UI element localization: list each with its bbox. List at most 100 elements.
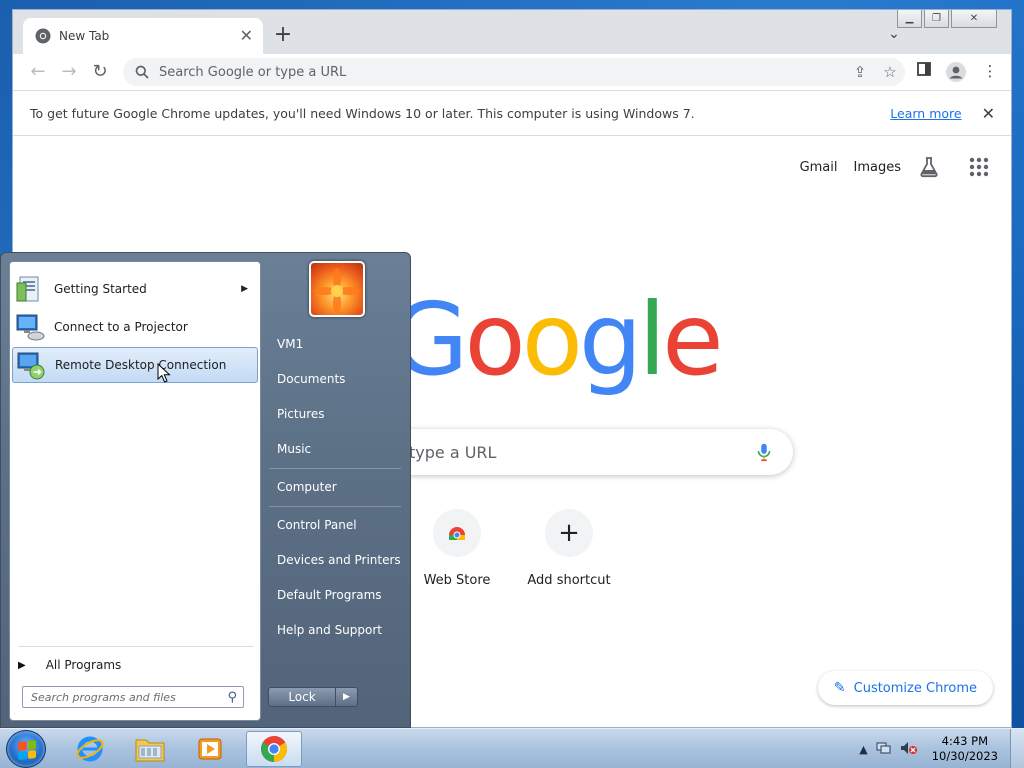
maximize-button[interactable]: ❐ [924, 10, 949, 28]
omnibox-placeholder: Search Google or type a URL [159, 64, 347, 80]
start-item-pictures[interactable]: Pictures [267, 400, 403, 428]
clock-date: 10/30/2023 [931, 749, 998, 763]
customize-chrome-label: Customize Chrome [853, 680, 977, 696]
logo-letter: l [638, 281, 666, 398]
tab-close-icon[interactable]: ✕ [240, 28, 253, 44]
program-label: Remote Desktop Connection [55, 358, 227, 372]
network-icon[interactable] [876, 741, 892, 758]
shortcut-label: Add shortcut [527, 573, 611, 588]
shortcut-add[interactable]: + Add shortcut [513, 509, 625, 588]
start-item-user[interactable]: VM1 [267, 330, 403, 358]
program-remote-desktop[interactable]: Remote Desktop Connection [12, 347, 258, 383]
search-icon [135, 65, 149, 79]
images-link[interactable]: Images [854, 160, 902, 175]
web-store-tile [433, 509, 481, 557]
start-item-music[interactable]: Music [267, 435, 403, 463]
show-desktop-button[interactable] [1010, 729, 1024, 768]
logo-letter: o [464, 281, 526, 398]
web-store-icon [449, 527, 465, 540]
labs-flask-icon[interactable] [917, 155, 941, 179]
taskbar-internet-explorer[interactable] [62, 731, 118, 767]
start-item-help-support[interactable]: Help and Support [267, 616, 403, 644]
omnibox[interactable]: Search Google or type a URL ⇪ ☆ [123, 58, 905, 86]
start-item-control-panel[interactable]: Control Panel [267, 511, 403, 539]
google-apps-grid-icon[interactable] [967, 155, 991, 179]
bookmark-star-icon[interactable]: ☆ [875, 63, 905, 81]
customize-chrome-button[interactable]: ✎ Customize Chrome [817, 671, 993, 705]
all-programs-button[interactable]: ▶ All Programs [18, 652, 121, 678]
taskbar-media-player[interactable] [182, 731, 238, 767]
side-panel-icon[interactable] [913, 62, 935, 82]
start-search-placeholder: Search programs and files [31, 690, 176, 704]
voice-search-mic-icon[interactable] [753, 441, 775, 463]
profile-avatar-icon[interactable] [945, 62, 967, 82]
program-getting-started[interactable]: Getting Started ▶ [12, 271, 258, 307]
window-controls: ▁ ❐ ✕ [897, 10, 997, 28]
system-tray: ▲ 4:43 PM 10/30/2023 [859, 729, 1024, 768]
submenu-arrow-icon: ▶ [241, 284, 248, 294]
all-programs-arrow-icon: ▶ [18, 659, 26, 671]
start-item-computer[interactable]: Computer [267, 473, 403, 501]
start-menu-programs-pane: Getting Started ▶ Connect to a Projector… [9, 261, 261, 721]
start-menu: Getting Started ▶ Connect to a Projector… [0, 252, 411, 728]
update-infobar: To get future Google Chrome updates, you… [13, 90, 1011, 136]
magnifier-icon[interactable]: ⚲ [227, 690, 237, 705]
program-label: Connect to a Projector [54, 320, 188, 334]
remote-desktop-icon [17, 352, 45, 380]
taskbar: ▲ 4:43 PM 10/30/2023 [0, 728, 1024, 768]
media-player-icon [198, 738, 222, 760]
tab-new-tab[interactable]: New Tab ✕ [23, 18, 263, 54]
windows-logo-icon [18, 740, 36, 760]
tab-title: New Tab [59, 29, 110, 43]
start-right-separator [269, 506, 401, 507]
shortcut-label: Web Store [423, 573, 491, 588]
reload-button[interactable]: ↻ [87, 60, 113, 84]
infobar-close-icon[interactable]: ✕ [982, 104, 995, 123]
flower-picture-icon [314, 268, 360, 314]
show-hidden-icons-arrow-icon[interactable]: ▲ [859, 743, 867, 756]
shutdown-options-arrow-icon[interactable]: ▶ [336, 687, 358, 707]
chrome-favicon-icon [35, 28, 51, 44]
tab-strip: New Tab ✕ + ⌄ ▁ ❐ ✕ [13, 10, 1011, 54]
add-shortcut-icon: + [545, 509, 593, 557]
logo-letter: e [662, 281, 723, 398]
volume-muted-icon[interactable] [900, 741, 918, 758]
all-programs-label: All Programs [45, 658, 122, 672]
start-right-separator [269, 468, 401, 469]
learn-more-link[interactable]: Learn more [890, 106, 961, 121]
forward-button[interactable]: → [56, 60, 82, 84]
projector-icon [16, 314, 45, 341]
shortcut-web-store[interactable]: Web Store [401, 509, 513, 588]
start-menu-separator [18, 646, 254, 647]
lock-button[interactable]: Lock [268, 687, 336, 707]
mouse-cursor-icon [157, 363, 171, 383]
taskbar-chrome[interactable] [246, 731, 302, 767]
taskbar-windows-explorer[interactable] [122, 731, 178, 767]
start-item-devices-printers[interactable]: Devices and Printers [267, 546, 403, 574]
new-tab-button[interactable]: + [271, 24, 295, 48]
menu-kebab-icon[interactable]: ⋮ [979, 62, 1001, 82]
ntp-top-links: Gmail Images [800, 155, 991, 179]
infobar-message: To get future Google Chrome updates, you… [30, 105, 695, 121]
logo-letter: o [521, 281, 583, 398]
gmail-link[interactable]: Gmail [800, 160, 838, 175]
logo-letter: g [578, 281, 643, 398]
start-item-documents[interactable]: Documents [267, 365, 403, 393]
taskbar-clock[interactable]: 4:43 PM 10/30/2023 [932, 734, 998, 764]
tab-search-chevron-icon[interactable]: ⌄ [885, 26, 903, 44]
program-label: Getting Started [54, 282, 147, 296]
getting-started-icon [16, 276, 39, 302]
internet-explorer-icon [76, 736, 104, 762]
start-button[interactable] [6, 730, 46, 768]
start-item-default-programs[interactable]: Default Programs [267, 581, 403, 609]
browser-toolbar: ← → ↻ Search Google or type a URL ⇪ ☆ ⋮ [13, 54, 1011, 90]
minimize-button[interactable]: ▁ [897, 10, 922, 28]
start-search-input[interactable]: Search programs and files ⚲ [22, 686, 244, 708]
user-account-picture[interactable] [309, 261, 365, 317]
clock-time: 4:43 PM [941, 734, 989, 748]
share-icon[interactable]: ⇪ [845, 63, 875, 81]
program-connect-projector[interactable]: Connect to a Projector [12, 309, 258, 345]
windows-explorer-icon [135, 739, 165, 762]
back-button[interactable]: ← [25, 60, 51, 84]
close-window-button[interactable]: ✕ [951, 10, 997, 28]
